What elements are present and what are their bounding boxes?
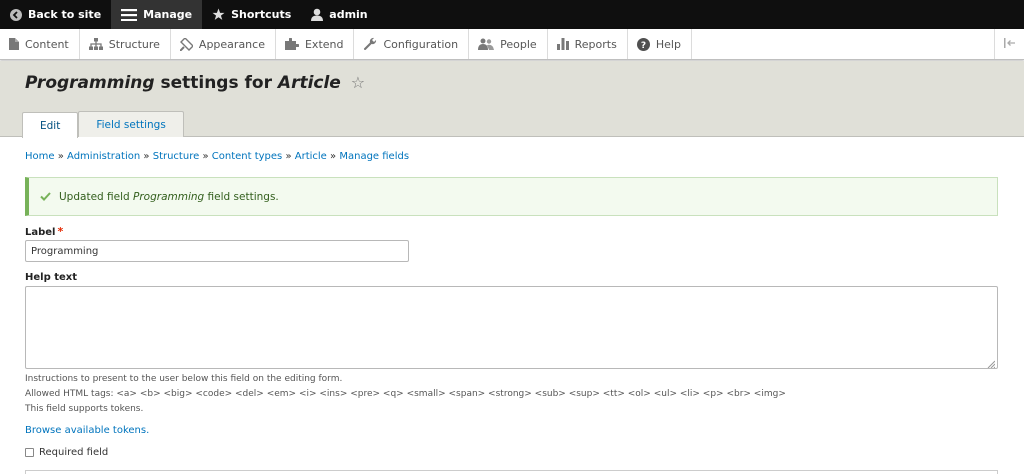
- tray-item-label: Structure: [108, 37, 160, 51]
- tray-orientation-toggle[interactable]: [994, 29, 1024, 59]
- tray-item-content[interactable]: Content: [0, 29, 80, 59]
- shortcuts-tab[interactable]: Shortcuts: [202, 0, 301, 29]
- help-icon: ?: [636, 37, 650, 51]
- required-marker: *: [57, 225, 64, 238]
- breadcrumb-separator: »: [330, 151, 337, 162]
- tray-item-label: Help: [655, 37, 681, 51]
- hamburger-icon: [121, 8, 138, 21]
- tray-item-extend[interactable]: Extend: [276, 29, 355, 59]
- message-text: Updated field Programming field settings…: [59, 191, 279, 203]
- allowed-tags-description: Allowed HTML tags: <a> <b> <big> <code> …: [25, 389, 786, 399]
- label-input[interactable]: [25, 240, 409, 262]
- back-to-site-link[interactable]: Back to site: [0, 0, 111, 29]
- breadcrumb-administration[interactable]: Administration: [67, 151, 140, 162]
- tab-field-settings[interactable]: Field settings: [78, 111, 184, 137]
- puzzle-icon: [284, 38, 299, 50]
- status-message: Updated field Programming field settings…: [25, 177, 998, 216]
- checkmark-icon: [40, 192, 51, 201]
- help-text-title: Help text: [25, 272, 78, 283]
- breadcrumb-separator: »: [57, 151, 64, 162]
- page-header: Programming settings for Article ☆ Edit …: [0, 61, 1024, 138]
- manage-label: Manage: [143, 8, 193, 21]
- tray-item-structure[interactable]: Structure: [80, 29, 171, 59]
- paintbrush-icon: [179, 37, 193, 51]
- user-tab[interactable]: admin: [301, 0, 377, 29]
- required-field-checkbox[interactable]: [25, 448, 34, 457]
- user-icon: [311, 8, 324, 21]
- tray-item-label: Appearance: [198, 37, 265, 51]
- help-text-textarea[interactable]: [25, 286, 998, 369]
- tray-item-label: Extend: [304, 37, 344, 51]
- user-label: admin: [329, 8, 368, 21]
- tray-item-help[interactable]: ? Help: [628, 29, 692, 59]
- tray-item-label: Reports: [574, 37, 617, 51]
- breadcrumb-home[interactable]: Home: [25, 151, 55, 162]
- tray-item-configuration[interactable]: Configuration: [354, 29, 470, 59]
- tray-item-people[interactable]: People: [469, 29, 548, 59]
- bar-chart-icon: [556, 38, 569, 50]
- browse-tokens-link[interactable]: Browse available tokens.: [25, 425, 149, 436]
- breadcrumb-article[interactable]: Article: [295, 151, 327, 162]
- people-icon: [478, 38, 495, 50]
- shortcuts-label: Shortcuts: [231, 8, 292, 21]
- breadcrumb-structure[interactable]: Structure: [153, 151, 200, 162]
- tray-item-label: Configuration: [383, 37, 459, 51]
- chevron-left-circle-icon: [10, 8, 22, 21]
- breadcrumb-separator: »: [285, 151, 292, 162]
- wrench-icon: [363, 37, 377, 51]
- star-icon: [212, 8, 225, 21]
- breadcrumb: Home » Administration » Structure » Cont…: [25, 151, 409, 162]
- sitemap-icon: [88, 38, 103, 50]
- title-middle: settings for: [154, 73, 278, 93]
- breadcrumb-separator: »: [143, 151, 150, 162]
- help-text-description: Instructions to present to the user belo…: [25, 374, 343, 384]
- collapse-arrow-icon: [1003, 37, 1016, 51]
- primary-tabs: Edit Field settings: [22, 111, 184, 138]
- tab-edit[interactable]: Edit: [22, 112, 79, 138]
- file-icon: [9, 38, 19, 50]
- next-fieldset-edge: [25, 470, 998, 474]
- tray-item-label: Content: [25, 37, 69, 51]
- admin-tray: Content Structure Appearance Extend Conf…: [0, 29, 1024, 60]
- message-prefix: Updated field: [59, 190, 134, 203]
- required-field-row[interactable]: Required field: [25, 447, 108, 458]
- breadcrumb-separator: »: [202, 151, 209, 162]
- star-outline-icon[interactable]: ☆: [351, 73, 365, 92]
- label-field-title-text: Label: [25, 227, 56, 238]
- tray-item-label: People: [500, 37, 537, 51]
- label-field-title: Label *: [25, 225, 63, 238]
- tray-item-appearance[interactable]: Appearance: [171, 29, 276, 59]
- page-title: Programming settings for Article ☆: [25, 73, 365, 93]
- resize-grip-icon[interactable]: [987, 358, 996, 369]
- required-field-label[interactable]: Required field: [39, 447, 108, 458]
- message-suffix: field settings.: [204, 190, 279, 203]
- message-field: Programming: [133, 190, 205, 203]
- title-content-type: Article: [277, 73, 341, 93]
- svg-text:?: ?: [641, 41, 646, 51]
- breadcrumb-content-types[interactable]: Content types: [212, 151, 283, 162]
- tray-item-reports[interactable]: Reports: [548, 29, 628, 59]
- manage-tab[interactable]: Manage: [111, 0, 203, 29]
- admin-toolbar: Back to site Manage Shortcuts admin: [0, 0, 1024, 29]
- title-field-name: Programming: [25, 73, 155, 93]
- back-to-site-label: Back to site: [28, 8, 102, 21]
- breadcrumb-manage-fields[interactable]: Manage fields: [339, 151, 409, 162]
- tokens-support-description: This field supports tokens.: [25, 404, 144, 414]
